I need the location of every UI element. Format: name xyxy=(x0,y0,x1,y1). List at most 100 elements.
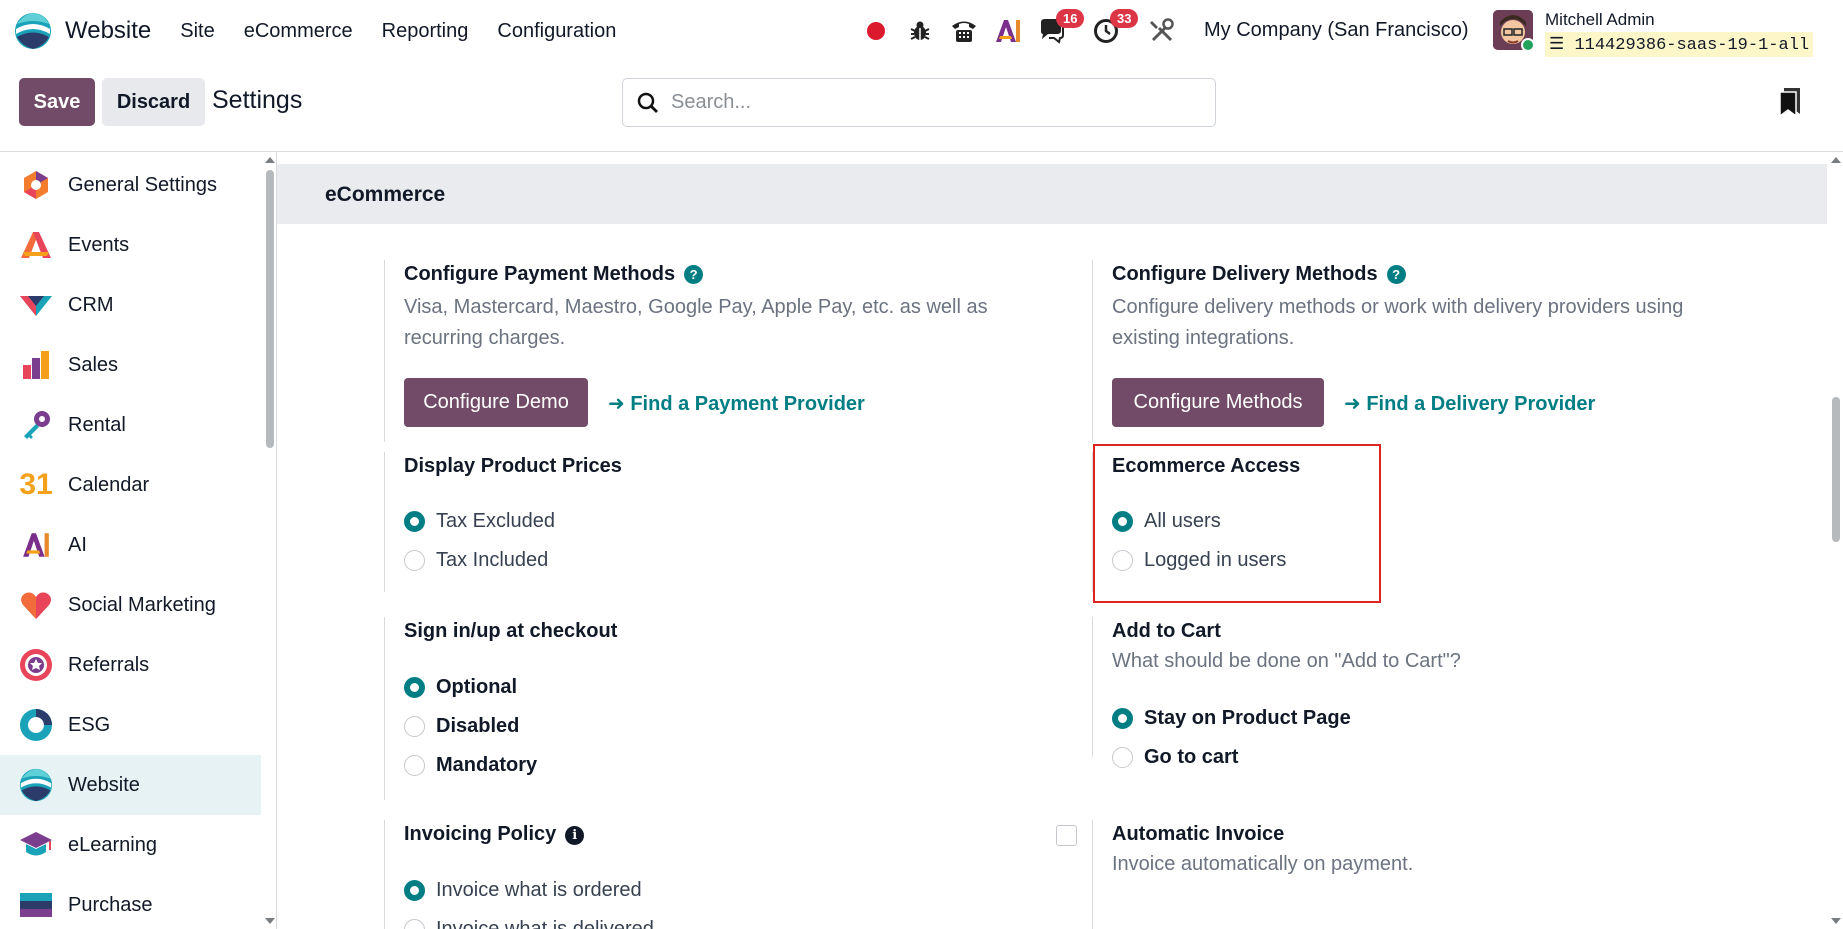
radio-invoice-delivered[interactable]: Invoice what is delivered xyxy=(404,918,654,929)
rental-icon xyxy=(18,407,54,443)
find-payment-provider-text: Find a Payment Provider xyxy=(630,393,865,415)
invoicing-policy-title-text: Invoicing Policy xyxy=(404,823,557,845)
radio-button[interactable] xyxy=(404,919,425,929)
radio-label: Logged in users xyxy=(1144,549,1287,571)
general-settings-icon xyxy=(18,167,54,203)
sidebar-item-crm[interactable]: CRM xyxy=(0,275,261,335)
sidebar-item-referrals[interactable]: Referrals xyxy=(0,635,261,695)
sidebar-item-label: General Settings xyxy=(68,173,217,196)
sidebar-item-rental[interactable]: Rental xyxy=(0,395,261,455)
radio-invoice-ordered[interactable]: Invoice what is ordered xyxy=(404,879,642,902)
radio-tax-excluded[interactable]: Tax Excluded xyxy=(404,510,555,533)
sidebar-item-sales[interactable]: Sales xyxy=(0,335,261,395)
help-icon[interactable]: ? xyxy=(684,265,704,284)
automatic-invoice-setting xyxy=(1092,820,1093,929)
radio-mandatory[interactable]: Mandatory xyxy=(404,754,537,777)
sidebar-scrollbar[interactable] xyxy=(262,152,276,929)
radio-button[interactable] xyxy=(404,511,425,532)
sidebar-item-ai[interactable]: AI xyxy=(0,515,261,575)
main-scroll-thumb[interactable] xyxy=(1832,397,1840,542)
sidebar-item-label: Rental xyxy=(68,413,126,436)
delivery-methods-title-text: Configure Delivery Methods xyxy=(1112,263,1378,285)
automatic-invoice-checkbox[interactable] xyxy=(1056,825,1077,846)
scroll-up-arrow-icon[interactable] xyxy=(265,157,275,163)
radio-optional[interactable]: Optional xyxy=(404,676,517,699)
sidebar-item-label: CRM xyxy=(68,293,114,316)
radio-label: Mandatory xyxy=(436,754,538,776)
database-name-text: 114429386-saas-19-1-all xyxy=(1574,36,1810,55)
website-app-icon xyxy=(15,13,51,49)
radio-button[interactable] xyxy=(1112,511,1133,532)
ai-icon[interactable] xyxy=(992,15,1024,47)
search-box[interactable] xyxy=(622,78,1216,127)
radio-go-to-cart[interactable]: Go to cart xyxy=(1112,746,1238,769)
recording-icon[interactable] xyxy=(860,15,892,47)
app-name: Website xyxy=(65,17,152,44)
debug-bug-icon[interactable] xyxy=(904,15,936,47)
main-scrollbar[interactable] xyxy=(1828,152,1843,929)
radio-button[interactable] xyxy=(1112,708,1133,729)
sidebar-item-events[interactable]: Events xyxy=(0,215,261,275)
automatic-invoice-description: Invoice automatically on payment. xyxy=(1112,853,1414,875)
radio-button[interactable] xyxy=(1112,550,1133,571)
menu-reporting[interactable]: Reporting xyxy=(382,20,469,43)
sidebar-item-general-settings[interactable]: General Settings xyxy=(0,155,261,215)
section-header: eCommerce xyxy=(277,164,1827,224)
settings-sidebar: General Settings Events CRM Sales Rental… xyxy=(0,152,262,929)
sidebar-item-purchase[interactable]: Purchase xyxy=(0,875,261,929)
user-name: Mitchell Admin xyxy=(1545,10,1655,29)
activities-clock-icon[interactable]: 33 xyxy=(1090,9,1139,47)
save-button[interactable]: Save xyxy=(19,78,95,126)
radio-button[interactable] xyxy=(404,677,425,698)
scroll-down-arrow-icon[interactable] xyxy=(265,918,275,924)
radio-disabled[interactable]: Disabled xyxy=(404,715,519,738)
scroll-down-arrow-icon[interactable] xyxy=(1831,918,1841,924)
app-brand[interactable]: Website xyxy=(14,12,151,50)
social-marketing-icon xyxy=(18,587,54,623)
help-icon[interactable]: ? xyxy=(1386,265,1406,284)
sidebar-item-esg[interactable]: ESG xyxy=(0,695,261,755)
menu-configuration[interactable]: Configuration xyxy=(497,20,616,43)
radio-tax-included[interactable]: Tax Included xyxy=(404,549,548,572)
phone-icon[interactable] xyxy=(948,15,980,47)
info-icon[interactable]: i xyxy=(565,826,585,845)
radio-button[interactable] xyxy=(404,755,425,776)
radio-stay-on-product-page[interactable]: Stay on Product Page xyxy=(1112,707,1351,730)
bookmark-icon[interactable] xyxy=(1778,87,1802,117)
radio-button[interactable] xyxy=(1112,747,1133,768)
find-delivery-provider-text: Find a Delivery Provider xyxy=(1366,393,1596,415)
scroll-up-arrow-icon[interactable] xyxy=(1831,157,1841,163)
sidebar-item-elearning[interactable]: eLearning xyxy=(0,815,261,875)
sidebar-item-calendar[interactable]: 31 Calendar xyxy=(0,455,261,515)
find-payment-provider-link[interactable]: ➜ Find a Payment Provider xyxy=(608,391,865,416)
messages-icon[interactable]: 16 xyxy=(1036,9,1085,47)
website-icon xyxy=(18,767,54,803)
search-input[interactable] xyxy=(671,91,1191,114)
radio-label: Optional xyxy=(436,676,518,698)
find-delivery-provider-link[interactable]: ➜ Find a Delivery Provider xyxy=(1344,391,1595,416)
menu-site[interactable]: Site xyxy=(180,20,214,43)
tools-icon[interactable] xyxy=(1146,15,1178,47)
radio-all-users[interactable]: All users xyxy=(1112,510,1221,533)
sidebar-scroll-thumb[interactable] xyxy=(266,170,274,448)
radio-button[interactable] xyxy=(404,880,425,901)
sidebar-item-social-marketing[interactable]: Social Marketing xyxy=(0,575,261,635)
company-switcher[interactable]: My Company (San Francisco) xyxy=(1204,19,1469,42)
configure-demo-button[interactable]: Configure Demo xyxy=(404,378,588,427)
database-icon: ☰ xyxy=(1549,36,1565,55)
configure-methods-button[interactable]: Configure Methods xyxy=(1112,378,1324,427)
discard-button[interactable]: Discard xyxy=(102,78,205,126)
menu-ecommerce[interactable]: eCommerce xyxy=(244,20,353,43)
radio-label: Invoice what is ordered xyxy=(436,879,642,901)
radio-button[interactable] xyxy=(404,716,425,737)
delivery-methods-setting xyxy=(1092,260,1093,442)
sidebar-item-website[interactable]: Website xyxy=(0,755,261,815)
radio-label: Tax Included xyxy=(436,549,549,571)
radio-label: Disabled xyxy=(436,715,520,737)
radio-button[interactable] xyxy=(404,550,425,571)
radio-logged-in-users[interactable]: Logged in users xyxy=(1112,549,1286,572)
radio-label: All users xyxy=(1144,510,1221,532)
delivery-methods-title: Configure Delivery Methods? xyxy=(1112,263,1406,286)
delivery-desc-line-1: Configure delivery methods or work with … xyxy=(1112,296,1684,318)
automatic-invoice-title: Automatic Invoice xyxy=(1112,823,1285,845)
